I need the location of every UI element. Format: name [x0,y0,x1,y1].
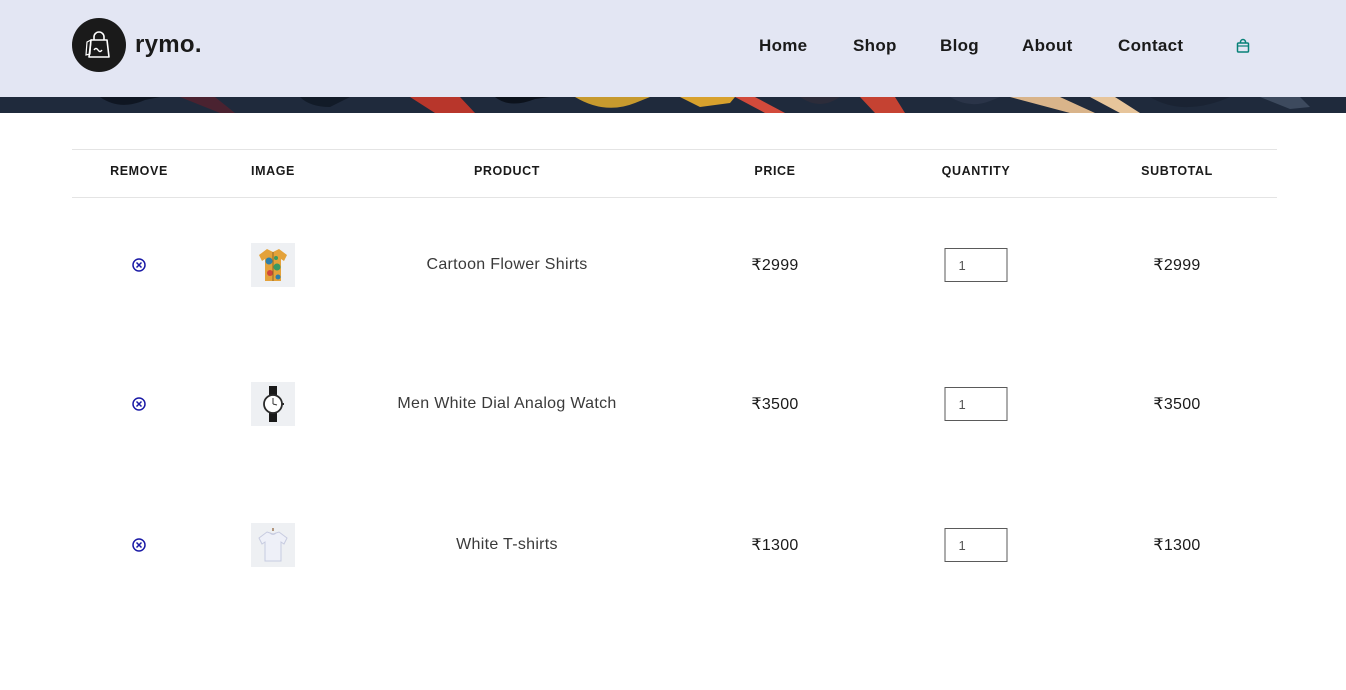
page-banner [0,97,1346,113]
nav-link-blog[interactable]: Blog [940,36,979,56]
header-image: IMAGE [251,164,295,178]
main-nav: Home Shop Blog About Contact [0,36,1346,58]
remove-button[interactable] [132,397,147,412]
header-product: PRODUCT [473,164,541,178]
quantity-input-cell [944,528,1008,562]
product-subtotal: ₹1300 [1153,537,1201,554]
quantity-input[interactable] [944,528,1008,562]
nav-link-about[interactable]: About [1022,36,1073,56]
product-thumbnail[interactable] [251,382,295,426]
nav-link-home[interactable]: Home [759,36,807,56]
banner-illustration [0,97,1346,113]
product-price: ₹2999 [751,257,799,274]
product-thumbnail[interactable] [251,523,295,567]
site-header: rymo. Home Shop Blog About Contact [0,0,1346,97]
nav-link-shop[interactable]: Shop [853,36,897,56]
watch-image [263,386,284,422]
shopping-bag-icon [1236,38,1250,53]
table-row: White T-shirts ₹1300 ₹1300 [72,520,1277,570]
cart-button[interactable] [1235,38,1251,59]
product-price: ₹3500 [751,396,799,413]
header-price: PRICE [754,164,796,178]
product-subtotal: ₹3500 [1153,396,1201,413]
header-remove: REMOVE [110,164,168,178]
product-name[interactable]: White T-shirts [456,536,558,554]
remove-circle-x-icon [132,538,146,552]
remove-circle-x-icon [132,397,146,411]
quantity-input-cell [944,387,1008,421]
product-subtotal: ₹2999 [1153,257,1201,274]
header-subtotal: SUBTOTAL [1141,164,1213,178]
quantity-input[interactable] [944,387,1008,421]
floral-shirt-image [259,249,287,281]
remove-circle-x-icon [132,258,146,272]
tshirt-image [258,528,288,562]
product-name[interactable]: Men White Dial Analog Watch [397,395,616,413]
header-quantity: QUANTITY [941,164,1011,178]
nav-link-contact[interactable]: Contact [1118,36,1183,56]
product-price: ₹1300 [751,537,799,554]
table-header-border [72,197,1277,198]
table-row: Cartoon Flower Shirts ₹2999 ₹2999 [72,240,1277,290]
remove-button[interactable] [132,538,147,553]
quantity-input-cell [944,248,1008,282]
quantity-input[interactable] [944,248,1008,282]
table-top-border [72,149,1277,150]
product-thumbnail[interactable] [251,243,295,287]
remove-button[interactable] [132,258,147,273]
product-name[interactable]: Cartoon Flower Shirts [426,256,587,274]
table-row: Men White Dial Analog Watch ₹3500 ₹3500 [72,379,1277,429]
